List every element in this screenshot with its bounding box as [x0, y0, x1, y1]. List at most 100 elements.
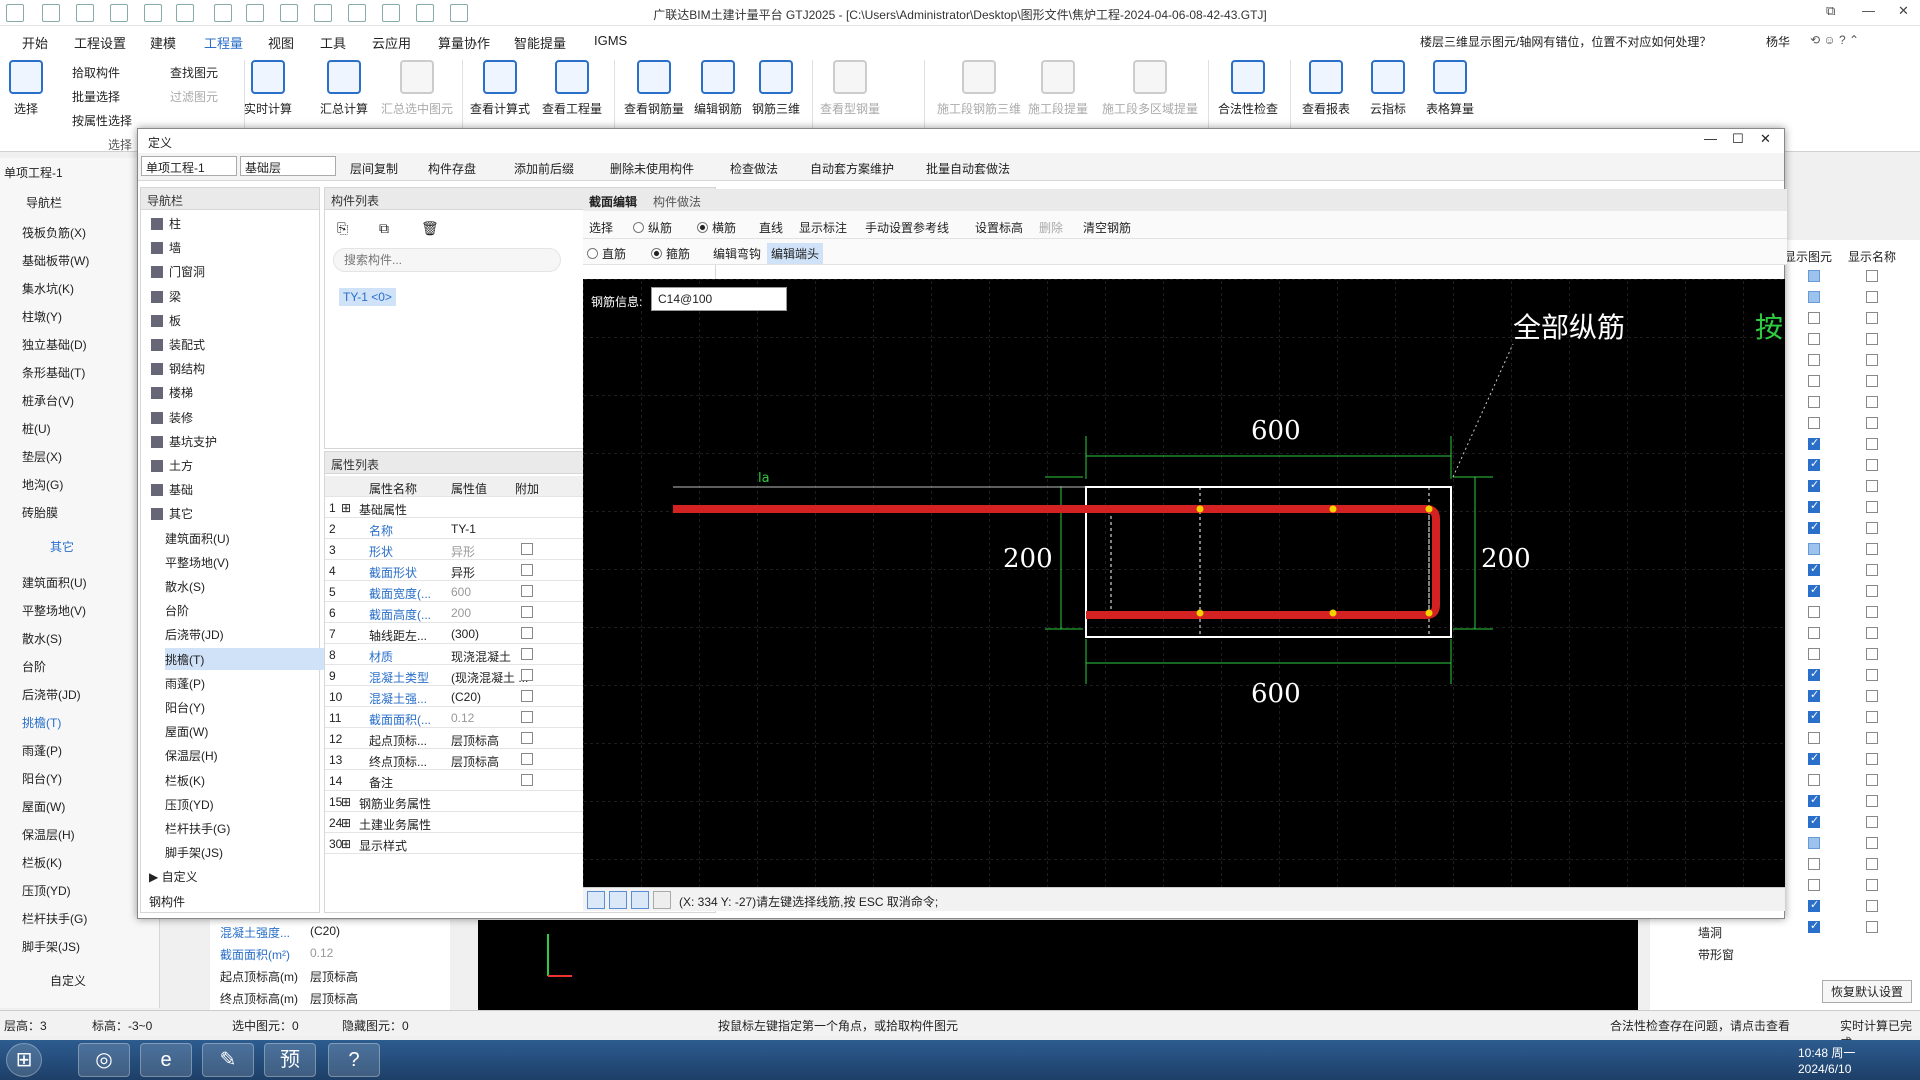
- view-report-button[interactable]: 查看报表: [1296, 60, 1356, 117]
- project-dropdown[interactable]: 单项工程-1: [141, 156, 237, 176]
- component-search-input[interactable]: [333, 248, 561, 272]
- nav-item[interactable]: 柱墩(Y): [22, 308, 62, 325]
- rebar-info-dropdown[interactable]: C14@100: [651, 287, 787, 311]
- show-element-checkbox[interactable]: [1808, 333, 1820, 345]
- legal-check-button[interactable]: 合法性检查: [1218, 60, 1278, 117]
- show-element-checkbox[interactable]: [1808, 583, 1820, 597]
- show-name-checkbox[interactable]: [1866, 585, 1878, 597]
- view-quantity-button[interactable]: 查看工程量: [542, 60, 602, 117]
- nav-item[interactable]: 垫层(X): [22, 448, 62, 465]
- select-by-attr-button[interactable]: 按属性选择: [72, 112, 132, 129]
- show-name-checkbox[interactable]: [1866, 270, 1878, 282]
- new-component-icon[interactable]: ⎘: [337, 220, 348, 237]
- realtime-calc-button[interactable]: 实时计算: [238, 60, 298, 117]
- show-name-checkbox[interactable]: [1866, 837, 1878, 849]
- show-name-checkbox[interactable]: [1866, 291, 1878, 303]
- show-name-checkbox[interactable]: [1866, 732, 1878, 744]
- menu-igms[interactable]: IGMS: [594, 33, 627, 48]
- seg-qty-button[interactable]: 施工段提量: [1028, 60, 1088, 117]
- auto-scheme-button[interactable]: 自动套方案维护: [810, 160, 894, 177]
- tool-select[interactable]: 选择: [589, 219, 613, 236]
- floor-copy-button[interactable]: 层间复制: [350, 160, 398, 177]
- show-element-checkbox[interactable]: [1808, 627, 1820, 639]
- show-element-checkbox[interactable]: [1808, 667, 1820, 681]
- attr-row-value[interactable]: TY-1: [451, 522, 476, 536]
- tool-delete[interactable]: 删除: [1039, 219, 1063, 236]
- summary-calc-button[interactable]: 汇总计算: [314, 60, 374, 117]
- show-element-checkbox[interactable]: [1808, 837, 1820, 849]
- project-select[interactable]: 单项工程-1: [4, 164, 63, 181]
- show-element-checkbox[interactable]: [1808, 898, 1820, 912]
- show-name-checkbox[interactable]: [1866, 522, 1878, 534]
- taskbar-app-icon[interactable]: ◎: [78, 1043, 130, 1077]
- show-element-checkbox[interactable]: [1808, 396, 1820, 408]
- show-name-checkbox[interactable]: [1866, 501, 1878, 513]
- restore-icon[interactable]: ⧉: [1826, 3, 1835, 19]
- attr-row-value[interactable]: 0.12: [451, 711, 474, 725]
- attr-extra-checkbox[interactable]: [521, 732, 533, 744]
- show-name-checkbox[interactable]: [1866, 795, 1878, 807]
- show-element-checkbox[interactable]: [1808, 499, 1820, 513]
- show-name-checkbox[interactable]: [1866, 900, 1878, 912]
- tool-manual-ref[interactable]: 手动设置参考线: [865, 219, 949, 236]
- select-button[interactable]: 选择: [0, 60, 52, 117]
- batch-auto-button[interactable]: 批量自动套做法: [926, 160, 1010, 177]
- attr-extra-checkbox[interactable]: [521, 606, 533, 618]
- dialog-maximize-icon[interactable]: ☐: [1732, 131, 1744, 147]
- layer-dropdown[interactable]: 基础层: [240, 156, 336, 176]
- attr-row-value[interactable]: 现浇混凝土: [451, 648, 511, 665]
- attr-extra-checkbox[interactable]: [521, 585, 533, 597]
- attr-row-value[interactable]: 异形: [451, 543, 475, 560]
- show-element-checkbox[interactable]: [1808, 375, 1820, 387]
- show-name-checkbox[interactable]: [1866, 921, 1878, 933]
- delete-unused-button[interactable]: 删除未使用构件: [610, 160, 694, 177]
- nav-item[interactable]: 基础板带(W): [22, 252, 89, 269]
- nav-item[interactable]: 栏杆扶手(G): [22, 910, 87, 927]
- browser-icon[interactable]: e: [140, 1043, 192, 1077]
- nav-item[interactable]: 雨蓬(P): [22, 742, 62, 759]
- nav-item[interactable]: 条形基础(T): [22, 364, 85, 381]
- attr-value[interactable]: 层顶标高: [310, 968, 358, 985]
- legal-warn-link[interactable]: 合法性检查存在问题，请点击查看: [1610, 1017, 1790, 1034]
- show-element-checkbox[interactable]: [1808, 436, 1820, 450]
- cloud-index-button[interactable]: 云指标: [1358, 60, 1418, 117]
- nav-item[interactable]: 桩(U): [22, 420, 51, 437]
- attr-extra-checkbox[interactable]: [521, 627, 533, 639]
- menu-start[interactable]: 开始: [22, 33, 48, 52]
- nav-custom[interactable]: 自定义: [50, 972, 86, 989]
- show-element-checkbox[interactable]: [1808, 291, 1820, 303]
- view-rebar-button[interactable]: 查看钢筋量: [624, 60, 684, 117]
- attr-row-value[interactable]: 200: [451, 606, 471, 620]
- nav-item[interactable]: 后浇带(JD): [22, 686, 81, 703]
- show-element-checkbox[interactable]: [1808, 879, 1820, 891]
- show-name-checkbox[interactable]: [1866, 543, 1878, 555]
- show-element-checkbox[interactable]: [1808, 688, 1820, 702]
- show-name-checkbox[interactable]: [1866, 438, 1878, 450]
- menu-view[interactable]: 视图: [268, 33, 294, 52]
- show-element-checkbox[interactable]: [1808, 606, 1820, 618]
- show-element-checkbox[interactable]: [1808, 457, 1820, 471]
- taskbar-app4-icon[interactable]: ?: [328, 1043, 380, 1077]
- opt-straight[interactable]: 直筋: [587, 245, 626, 262]
- show-element-checkbox[interactable]: [1808, 520, 1820, 534]
- attr-extra-checkbox[interactable]: [521, 774, 533, 786]
- check-method-button[interactable]: 检查做法: [730, 160, 778, 177]
- show-element-checkbox[interactable]: [1808, 774, 1820, 786]
- nav-item[interactable]: 独立基础(D): [22, 336, 87, 353]
- show-name-checkbox[interactable]: [1866, 396, 1878, 408]
- show-name-checkbox[interactable]: [1866, 669, 1878, 681]
- main-viewport[interactable]: [478, 920, 1638, 1010]
- show-name-checkbox[interactable]: [1866, 711, 1878, 723]
- menu-smart[interactable]: 智能提量: [514, 33, 566, 52]
- show-element-checkbox[interactable]: [1808, 354, 1820, 366]
- show-name-checkbox[interactable]: [1866, 879, 1878, 891]
- show-element-checkbox[interactable]: [1808, 919, 1820, 933]
- show-name-checkbox[interactable]: [1866, 564, 1878, 576]
- show-name-checkbox[interactable]: [1866, 480, 1878, 492]
- table-calc-button[interactable]: 表格算量: [1420, 60, 1480, 117]
- show-name-checkbox[interactable]: [1866, 753, 1878, 765]
- tool-line[interactable]: 直线: [759, 219, 783, 236]
- nav-item[interactable]: 压顶(YD): [22, 882, 71, 899]
- attr-extra-checkbox[interactable]: [521, 648, 533, 660]
- show-element-checkbox[interactable]: [1808, 478, 1820, 492]
